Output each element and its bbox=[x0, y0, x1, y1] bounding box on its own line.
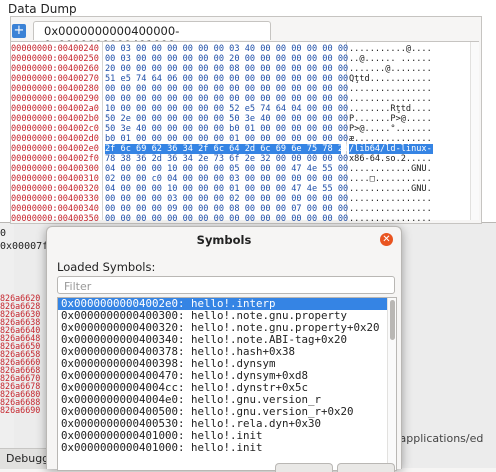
ascii-cell: P>@.....°....... bbox=[349, 124, 432, 134]
hex-bytes-cell: 51 e5 74 64 06 00 00 00 00 00 00 00 00 0… bbox=[105, 74, 349, 84]
address-cell: 00000000:00400280 bbox=[11, 84, 99, 94]
ascii-cell: æ............... bbox=[349, 134, 432, 144]
vertical-scrollbar[interactable] bbox=[470, 42, 479, 220]
symbol-list-item[interactable]: 0x0000000000401000: hello!.init bbox=[58, 442, 396, 454]
ascii-cell: x86-64.so.2..... bbox=[349, 154, 432, 164]
hex-bytes-cell: 00 00 00 00 03 00 00 00 02 00 00 00 00 0… bbox=[105, 194, 349, 204]
address-cell: 00000000:004002d0 bbox=[11, 134, 99, 144]
ascii-cell: ............GNU. bbox=[349, 184, 432, 194]
hex-bytes-cell: 20 00 00 00 00 00 00 00 08 00 00 00 00 0… bbox=[105, 64, 349, 74]
hex-bytes-cell: 00 00 00 00 00 00 00 00 00 00 00 00 00 0… bbox=[105, 94, 349, 104]
address-cell: 00000000:00400240 bbox=[11, 44, 99, 54]
address-cell: 00000000:00400330 bbox=[11, 194, 99, 204]
scrollbar-thumb[interactable] bbox=[390, 300, 395, 340]
address-cell: 00000000:00400290 bbox=[11, 94, 99, 104]
ascii-cell: ........Rţtd.... bbox=[349, 104, 432, 114]
address-cell: 00000000:004002e0 bbox=[11, 144, 99, 154]
data-dump-title: Data Dump bbox=[8, 2, 77, 16]
ascii-cell: ............GNU. bbox=[349, 164, 432, 174]
hex-bytes-cell: 00 00 00 00 00 00 00 00 00 00 00 00 00 0… bbox=[105, 84, 349, 94]
background-address: 826a6690 bbox=[0, 405, 41, 415]
hex-bytes-cell: 00 00 00 00 09 00 00 00 08 00 00 00 07 0… bbox=[105, 204, 349, 214]
address-cell: 00000000:004002c0 bbox=[11, 124, 99, 134]
address-cell: 00000000:004002a0 bbox=[11, 104, 99, 114]
debugger-tab-label: Debugg bbox=[6, 452, 50, 465]
tab-memory-region[interactable]: 0x0000000000400000-0x0000000000401000 bbox=[33, 21, 271, 52]
hex-bytes-cell: 78 38 36 2d 36 34 2e 73 6f 2e 32 00 00 0… bbox=[105, 154, 349, 164]
ascii-cell: ................ bbox=[349, 204, 432, 214]
symbols-list[interactable]: 0x00000000004002e0: hello!.interp 0x00000… bbox=[57, 297, 397, 471]
loaded-symbols-label: Loaded Symbols: bbox=[57, 260, 156, 274]
address-cell: 00000000:00400260 bbox=[11, 64, 99, 74]
filter-field[interactable] bbox=[57, 276, 395, 294]
plus-icon[interactable]: + bbox=[12, 24, 26, 38]
hex-bytes-cell: b0 01 00 00 00 00 00 00 01 00 00 00 00 0… bbox=[105, 134, 349, 144]
hex-dump-table[interactable]: 00000000:00400240 00 03 00 00 00 00 00 00… bbox=[11, 41, 479, 224]
ascii-cell: ................ bbox=[349, 214, 432, 224]
address-cell: 00000000:004002f0 bbox=[11, 154, 99, 164]
ascii-cell: Qţtd............ bbox=[349, 74, 432, 84]
ascii-cell: ....□........... bbox=[349, 174, 432, 184]
ascii-cell: P.......P>@..... bbox=[349, 114, 432, 124]
dialog-title: Symbols bbox=[196, 233, 252, 247]
ascii-cell: ...........@.... bbox=[349, 44, 432, 54]
hex-bytes-cell: 50 3e 40 00 00 00 00 00 b0 01 00 00 00 0… bbox=[105, 124, 349, 134]
address-cell: 00000000:004002b0 bbox=[11, 114, 99, 124]
hex-bytes-cell: 00 03 00 00 00 00 00 00 03 40 00 00 00 0… bbox=[105, 44, 349, 54]
filter-input[interactable] bbox=[62, 278, 386, 294]
address-cell: 00000000:00400270 bbox=[11, 74, 99, 84]
ascii-cell: ................ bbox=[349, 194, 432, 204]
hex-bytes-cell: 04 00 00 00 10 00 00 00 01 00 00 00 47 4… bbox=[105, 184, 349, 194]
divider bbox=[102, 42, 103, 220]
address-cell: 00000000:00400320 bbox=[11, 184, 99, 194]
ascii-cell: ..@...... ...... bbox=[349, 54, 432, 64]
symbols-dialog: Symbols ✕ Loaded Symbols: 0x000000000040… bbox=[46, 226, 402, 472]
ascii-cell: ................ bbox=[349, 94, 432, 104]
symbols-list-items: 0x00000000004002e0: hello!.interp 0x00000… bbox=[58, 298, 396, 454]
hex-bytes-cell: 50 2e 00 00 00 00 00 00 50 3e 40 00 00 0… bbox=[105, 114, 349, 124]
hex-bytes-cell: 2f 6c 69 62 36 34 2f 6c 64 2d 6c 69 6e 7… bbox=[105, 144, 349, 154]
hex-bytes-cell: 02 00 00 c0 04 00 00 00 03 00 00 00 00 0… bbox=[105, 174, 349, 184]
address-cell: 00000000:00400350 bbox=[11, 214, 99, 224]
ascii-cell: ................ bbox=[349, 84, 432, 94]
address-cell: 00000000:00400310 bbox=[11, 174, 99, 184]
vertical-scrollbar[interactable] bbox=[387, 298, 396, 470]
data-dump-view: + 0x0000000000400000-0x0000000000401000 … bbox=[10, 16, 482, 224]
hex-bytes-cell: 10 00 00 00 00 00 00 00 52 e5 74 64 04 0… bbox=[105, 104, 349, 114]
hex-bytes-cell: 00 03 00 00 00 00 00 00 20 00 00 00 00 0… bbox=[105, 54, 349, 64]
address-cell: 00000000:00400300 bbox=[11, 164, 99, 174]
ascii-cell: .......@........ bbox=[349, 64, 432, 74]
address-cell: 00000000:00400340 bbox=[11, 204, 99, 214]
background-address-column: 826a6620 826a6628 826a6630 826a6638 826a6640… bbox=[0, 294, 50, 414]
hex-bytes-cell: 00 00 00 00 00 00 00 00 00 00 00 00 00 0… bbox=[105, 214, 349, 224]
hex-bytes-cell: 04 00 00 00 10 00 00 00 05 00 00 00 47 4… bbox=[105, 164, 349, 174]
address-cell: 00000000:00400250 bbox=[11, 54, 99, 64]
data-dump-pane: Data Dump + 0x0000000000400000-0x0000000… bbox=[0, 0, 496, 224]
ascii-cell: /lib64/ld-linux- bbox=[349, 144, 433, 154]
close-icon[interactable]: ✕ bbox=[380, 233, 393, 246]
